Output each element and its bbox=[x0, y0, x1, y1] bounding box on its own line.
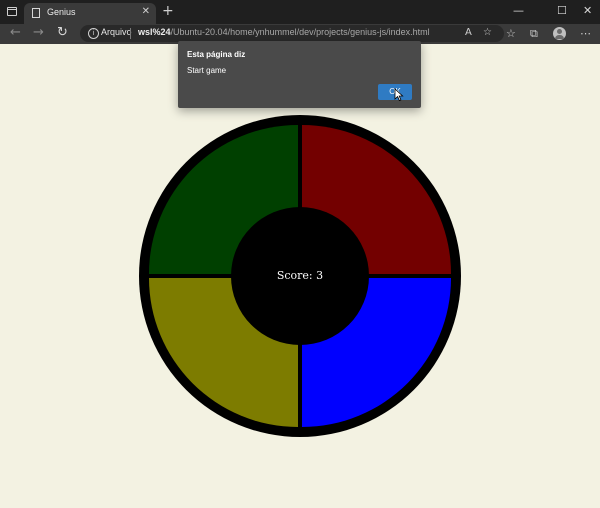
address-divider bbox=[130, 28, 131, 39]
dialog-title: Esta página diz bbox=[187, 50, 246, 59]
favorites-icon[interactable]: ☆ bbox=[506, 27, 516, 40]
tab-title: Genius bbox=[47, 7, 76, 17]
add-favorite-icon[interactable]: ☆ bbox=[483, 27, 492, 39]
profile-avatar[interactable] bbox=[553, 27, 566, 40]
reload-button[interactable]: ↻ bbox=[57, 25, 68, 41]
browser-tab[interactable]: Genius ✕ bbox=[24, 3, 156, 24]
collections-icon[interactable]: ⧉ bbox=[530, 27, 538, 40]
back-button[interactable]: ← bbox=[10, 25, 21, 41]
menu-icon[interactable]: ⋯ bbox=[580, 27, 591, 40]
url-text[interactable]: wsl%24/Ubuntu-20.04/home/ynhummel/dev/pr… bbox=[138, 27, 430, 37]
minimize-button[interactable]: — bbox=[513, 4, 524, 18]
dialog-message: Start game bbox=[187, 66, 227, 75]
maximize-button[interactable]: ☐ bbox=[557, 4, 567, 18]
url-path: /Ubuntu-20.04/home/ynhummel/dev/projects… bbox=[170, 27, 430, 37]
mouse-cursor-icon bbox=[394, 88, 404, 102]
close-window-button[interactable]: ✕ bbox=[583, 4, 592, 18]
read-aloud-icon[interactable]: A bbox=[465, 27, 472, 39]
score-label: Score: 3 bbox=[276, 269, 324, 282]
title-bar: Genius ✕ + — ☐ ✕ bbox=[0, 0, 600, 24]
new-tab-button[interactable]: + bbox=[162, 4, 174, 18]
site-info-label[interactable]: Arquivo bbox=[101, 27, 132, 37]
alert-dialog: Esta página diz Start game OK bbox=[178, 41, 421, 108]
address-bar[interactable]: i Arquivo wsl%24/Ubuntu-20.04/home/ynhum… bbox=[80, 25, 504, 42]
url-host: wsl%24 bbox=[138, 27, 171, 37]
page-icon bbox=[32, 8, 40, 18]
forward-button[interactable]: → bbox=[33, 25, 44, 41]
tab-close-icon[interactable]: ✕ bbox=[142, 6, 150, 17]
info-icon[interactable]: i bbox=[88, 28, 99, 39]
window-menu-icon[interactable] bbox=[7, 7, 17, 16]
score-display: Score: 3 bbox=[0, 269, 600, 282]
